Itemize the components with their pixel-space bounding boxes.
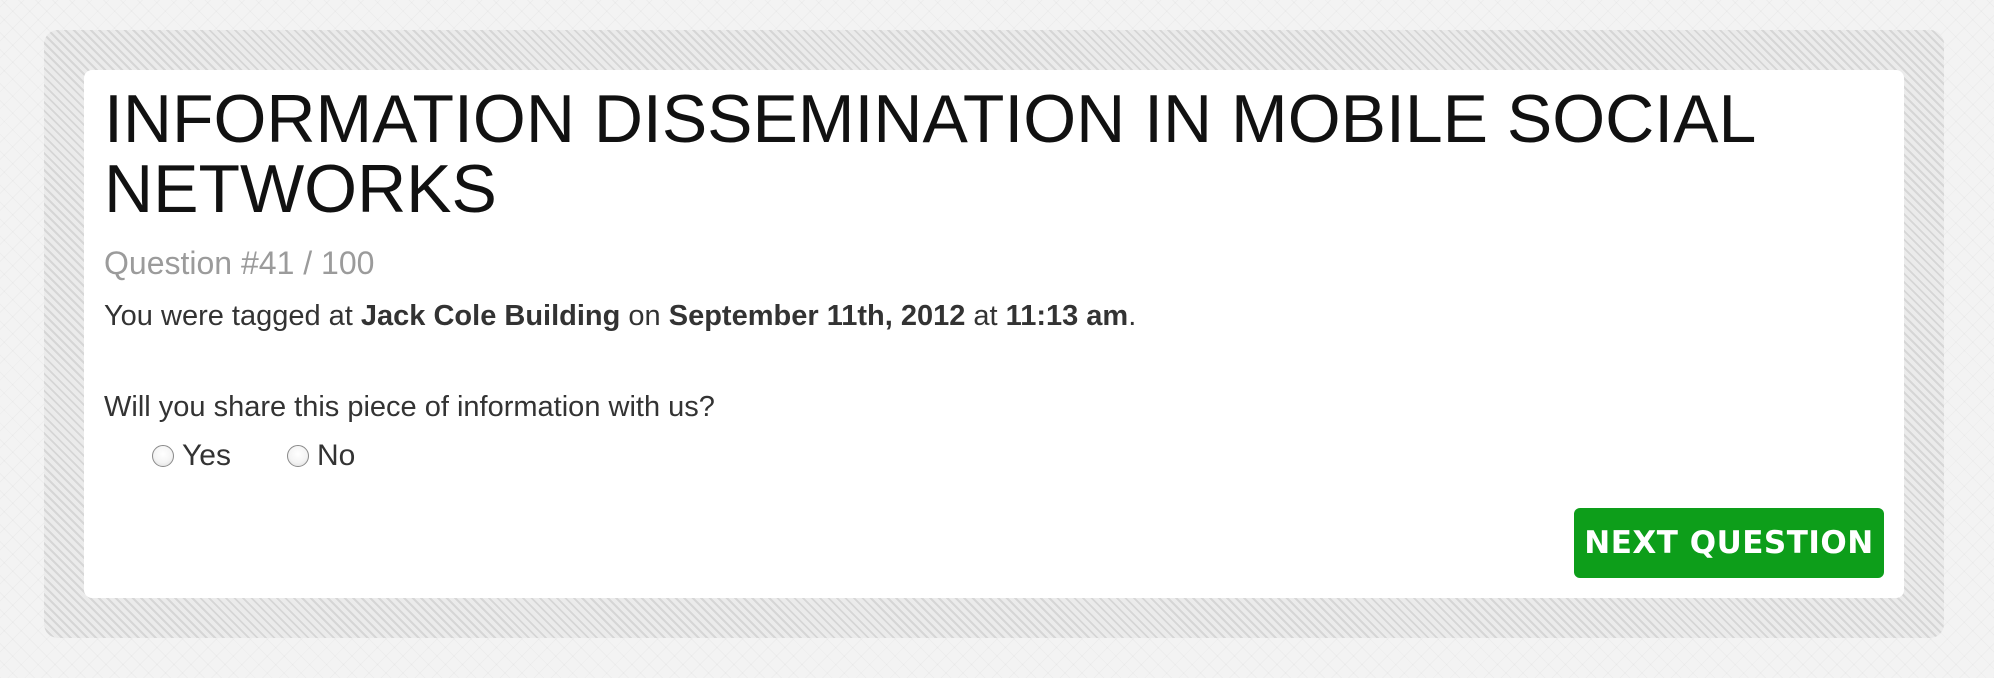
tag-location: Jack Cole Building: [360, 300, 621, 332]
page-title: INFORMATION DISSEMINATION IN MOBILE SOCI…: [104, 81, 1754, 227]
option-no[interactable]: No: [286, 436, 355, 476]
tag-time: 11:13 am: [1005, 300, 1129, 332]
question-card: INFORMATION DISSEMINATION IN MOBILE SOCI…: [84, 70, 1904, 598]
radio-yes[interactable]: [152, 445, 174, 467]
survey-frame: INFORMATION DISSEMINATION IN MOBILE SOCI…: [44, 30, 1944, 638]
tag-info-text: You were tagged at Jack Cole Building on…: [104, 296, 1136, 336]
tag-connector-on: on: [620, 300, 669, 332]
option-no-label[interactable]: No: [317, 436, 355, 476]
tag-connector-at: at: [965, 300, 1006, 332]
answer-options: Yes No: [152, 436, 411, 476]
question-prompt: Will you share this piece of information…: [104, 391, 715, 423]
radio-no[interactable]: [286, 445, 309, 467]
tag-prefix-text: You were tagged at: [104, 300, 361, 332]
option-yes[interactable]: Yes: [152, 436, 231, 476]
question-counter: Question #41 / 100: [104, 245, 375, 281]
option-yes-label[interactable]: Yes: [182, 436, 231, 476]
next-question-button[interactable]: NEXT QUESTION: [1574, 508, 1884, 578]
tag-date: September 11th, 2012: [668, 300, 966, 332]
tag-suffix: .: [1128, 300, 1137, 332]
